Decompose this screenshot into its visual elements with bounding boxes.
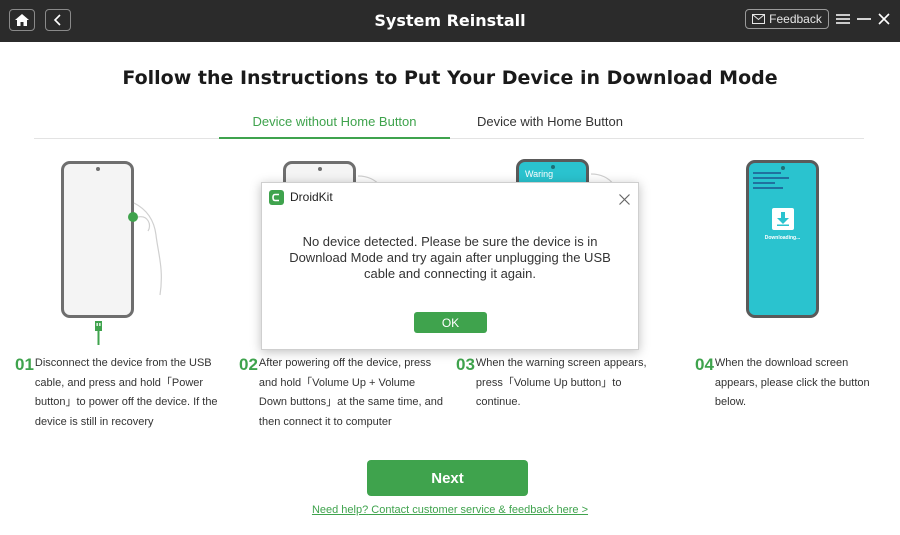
feedback-label: Feedback <box>769 12 822 26</box>
menu-icon <box>836 14 850 24</box>
page-heading: Follow the Instructions to Put Your Devi… <box>122 67 778 89</box>
download-arrow-icon <box>772 208 794 230</box>
menu-button[interactable] <box>834 10 852 28</box>
dialog-title: DroidKit <box>290 190 333 204</box>
title-bar: System Reinstall Feedback <box>0 0 900 42</box>
warning-screen-label: Waring <box>525 169 554 179</box>
step-4: 04 When the download screen appears, ple… <box>695 354 885 413</box>
phone-illustration-step1 <box>61 161 134 318</box>
active-tab-indicator <box>219 137 450 139</box>
close-window-button[interactable] <box>875 10 893 28</box>
tab-without-home-button[interactable]: Device without Home Button <box>219 114 450 129</box>
feedback-button[interactable]: Feedback <box>745 9 829 29</box>
power-button-indicator <box>128 212 138 222</box>
minimize-icon <box>857 18 871 20</box>
download-screen-text <box>753 172 793 192</box>
step-2: 02 After powering off the device, press … <box>239 354 444 432</box>
ok-button[interactable]: OK <box>414 312 487 333</box>
close-icon <box>618 193 630 205</box>
next-button[interactable]: Next <box>367 460 528 496</box>
help-link[interactable]: Need help? Contact customer service & fe… <box>0 504 900 516</box>
downloading-label: Downloading... <box>764 235 801 241</box>
minimize-button[interactable] <box>855 10 873 28</box>
tab-with-home-button[interactable]: Device with Home Button <box>450 114 650 129</box>
dialog-message: No device detected. Please be sure the d… <box>289 234 611 281</box>
step-text: When the download screen appears, please… <box>714 357 870 409</box>
step-text: After powering off the device, press and… <box>258 357 443 428</box>
no-device-dialog: DroidKit No device detected. Please be s… <box>261 182 639 350</box>
step-number: 04 <box>695 355 714 374</box>
droidkit-logo-icon <box>269 190 284 205</box>
close-icon <box>878 13 890 25</box>
step-number: 02 <box>239 355 258 374</box>
step-number: 03 <box>456 355 475 374</box>
dialog-close-button[interactable] <box>616 191 632 207</box>
step-text: When the warning screen appears, press「V… <box>475 357 647 409</box>
mail-icon <box>752 14 766 24</box>
step-number: 01 <box>15 355 34 374</box>
step-3: 03 When the warning screen appears, pres… <box>456 354 656 413</box>
usb-cable-icon <box>94 321 103 350</box>
step-1: 01 Disconnect the device from the USB ca… <box>15 354 220 432</box>
step-text: Disconnect the device from the USB cable… <box>34 357 218 428</box>
phone-illustration-step4: Downloading... <box>746 160 819 318</box>
